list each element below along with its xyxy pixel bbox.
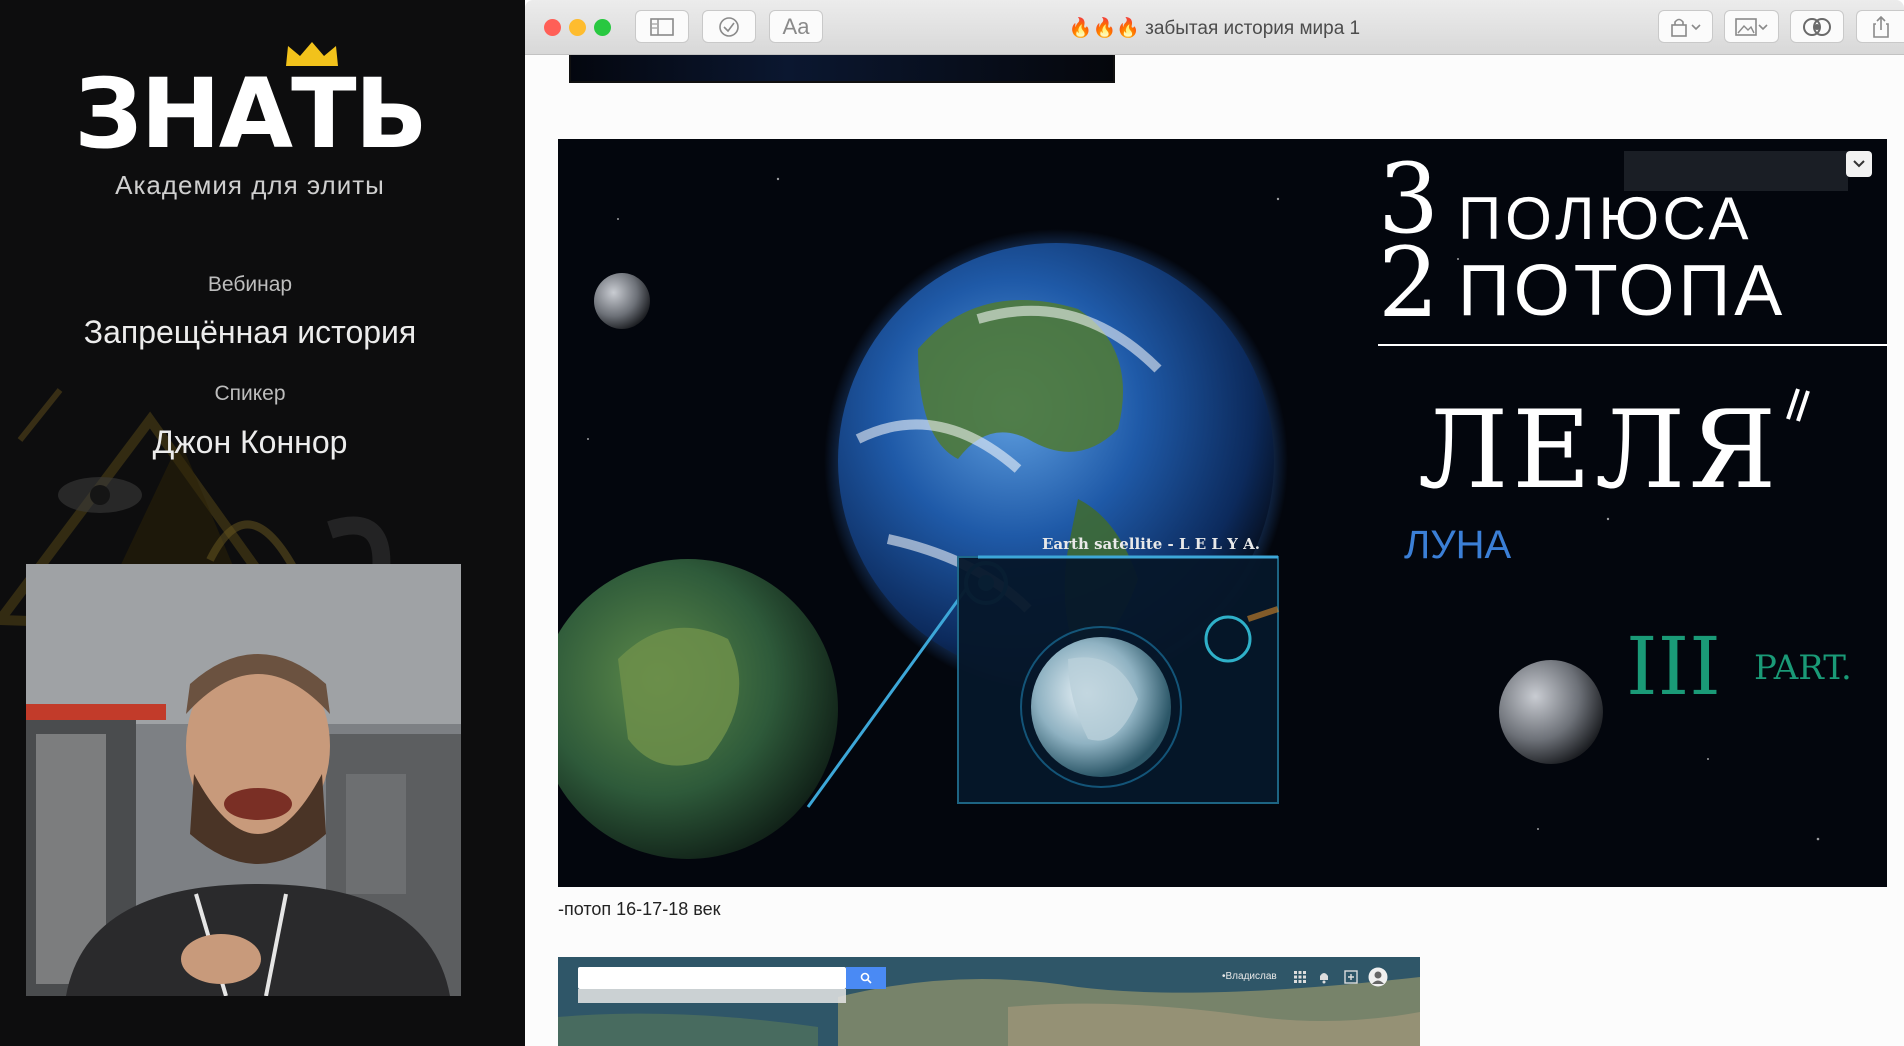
image-menu-button[interactable] xyxy=(1724,10,1779,43)
map-location-text: •Владислав xyxy=(1222,971,1277,982)
image-dropdown-button[interactable] xyxy=(1846,151,1872,177)
slide-main-title: ЛЕЛЯ xyxy=(1418,388,1781,513)
tagline: Академия для элиты xyxy=(115,170,385,200)
slide-numeral-2: 2 xyxy=(1378,227,1440,339)
slide-caption: -потоп 16-17-18 век xyxy=(558,899,721,919)
share-button[interactable] xyxy=(1856,10,1904,43)
document-content[interactable]: 3 2 ПОЛЮСА ПОТОПА ЛЕЛЯ ЛУНА III PART. Ea… xyxy=(525,55,1904,1046)
user-icon[interactable] xyxy=(1368,967,1388,987)
speaker-video xyxy=(26,564,461,996)
slide-part-label: PART. xyxy=(1754,648,1852,688)
logo-text: ЗНАТЬ xyxy=(74,58,428,170)
bell-icon[interactable] xyxy=(1318,970,1330,984)
lock-icon xyxy=(1670,18,1701,37)
reader-button[interactable] xyxy=(1790,10,1844,43)
speaker-label: Спикер xyxy=(214,382,286,405)
previous-image xyxy=(569,55,1115,83)
map-search-button[interactable] xyxy=(846,967,886,989)
add-icon[interactable] xyxy=(1344,970,1358,984)
dropdown-icon xyxy=(1853,160,1865,168)
map-screenshot: •Владислав xyxy=(558,957,1420,1046)
satellite-label: Earth satellite - L E L Y A. xyxy=(1042,535,1260,553)
map-search-input[interactable] xyxy=(578,967,846,989)
browser-window: Aa 🔥🔥🔥 забытая история мира 1 3 2 ПОЛЮСА… xyxy=(525,0,1904,1046)
sidebar: ЗНАТЬ Академия для элиты Вебинар Запрещё… xyxy=(0,0,525,1046)
webinar-label: Вебинар xyxy=(207,273,293,296)
slide-image: 3 2 ПОЛЮСА ПОТОПА ЛЕЛЯ ЛУНА III PART. Ea… xyxy=(558,139,1887,887)
share-icon xyxy=(1872,15,1889,38)
window-titlebar: Aa 🔥🔥🔥 забытая история мира 1 xyxy=(525,0,1904,55)
slide-part-number: III xyxy=(1626,620,1721,713)
slide-subtitle: ЛУНА xyxy=(1404,523,1512,567)
slide-line-floods: ПОТОПА xyxy=(1458,251,1787,331)
speaker-name: Джон Коннор xyxy=(152,424,348,460)
image-icon xyxy=(1734,17,1768,36)
slide-line-poles: ПОЛЮСА xyxy=(1458,185,1753,252)
map-filter-row xyxy=(578,989,846,1003)
lock-menu-button[interactable] xyxy=(1658,10,1713,43)
search-icon xyxy=(860,972,872,984)
reader-icon xyxy=(1803,17,1831,36)
apps-icon[interactable] xyxy=(1294,971,1306,983)
webinar-title: Запрещённая история xyxy=(83,314,417,350)
